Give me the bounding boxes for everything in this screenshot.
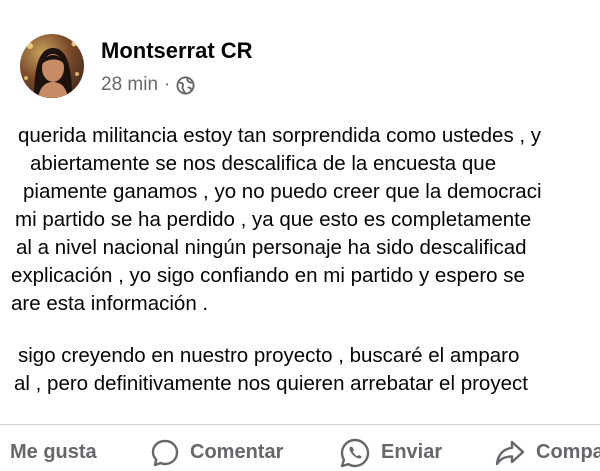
like-button[interactable]: Me gusta — [0, 434, 97, 471]
meta-separator: · — [164, 74, 171, 95]
globe-icon[interactable] — [176, 75, 195, 95]
post-meta: 28 min · — [101, 74, 195, 96]
share-label: Compa — [536, 441, 600, 463]
avatar[interactable] — [20, 34, 84, 98]
post-line: al a nivel nacional ningún personaje ha … — [16, 236, 527, 259]
comment-icon — [150, 438, 180, 468]
comment-button[interactable]: Comentar — [150, 434, 283, 471]
post-actions: Me gusta Comentar Enviar Compa — [0, 434, 600, 471]
like-label: Me gusta — [10, 441, 97, 463]
post-line: explicación , yo sigo confiando en mi pa… — [11, 264, 525, 287]
post-line: piamente ganamos , yo no puedo creer que… — [23, 180, 542, 203]
comment-label: Comentar — [190, 441, 284, 463]
send-label: Enviar — [381, 441, 443, 463]
post-line: al , pero definitivamente nos quieren ar… — [14, 372, 528, 395]
share-button[interactable]: Compa — [494, 434, 600, 471]
post-time[interactable]: 28 min — [101, 74, 158, 96]
post-line: mi partido se ha perdido , ya que esto e… — [15, 208, 532, 231]
author-name[interactable]: Montserrat CR — [101, 38, 253, 64]
send-button[interactable]: Enviar — [339, 434, 442, 471]
post-line: are esta información . — [11, 292, 209, 315]
actions-divider — [0, 424, 600, 425]
post-line: abiertamente se nos descalifica de la en… — [30, 152, 497, 175]
post-line: querida militancia estoy tan sorprendida… — [18, 124, 542, 147]
share-icon — [494, 438, 526, 468]
post-body: querida militancia estoy tan sorprendida… — [0, 122, 600, 398]
whatsapp-icon — [339, 437, 371, 469]
post-line: sigo creyendo en nuestro proyecto , busc… — [18, 344, 520, 367]
